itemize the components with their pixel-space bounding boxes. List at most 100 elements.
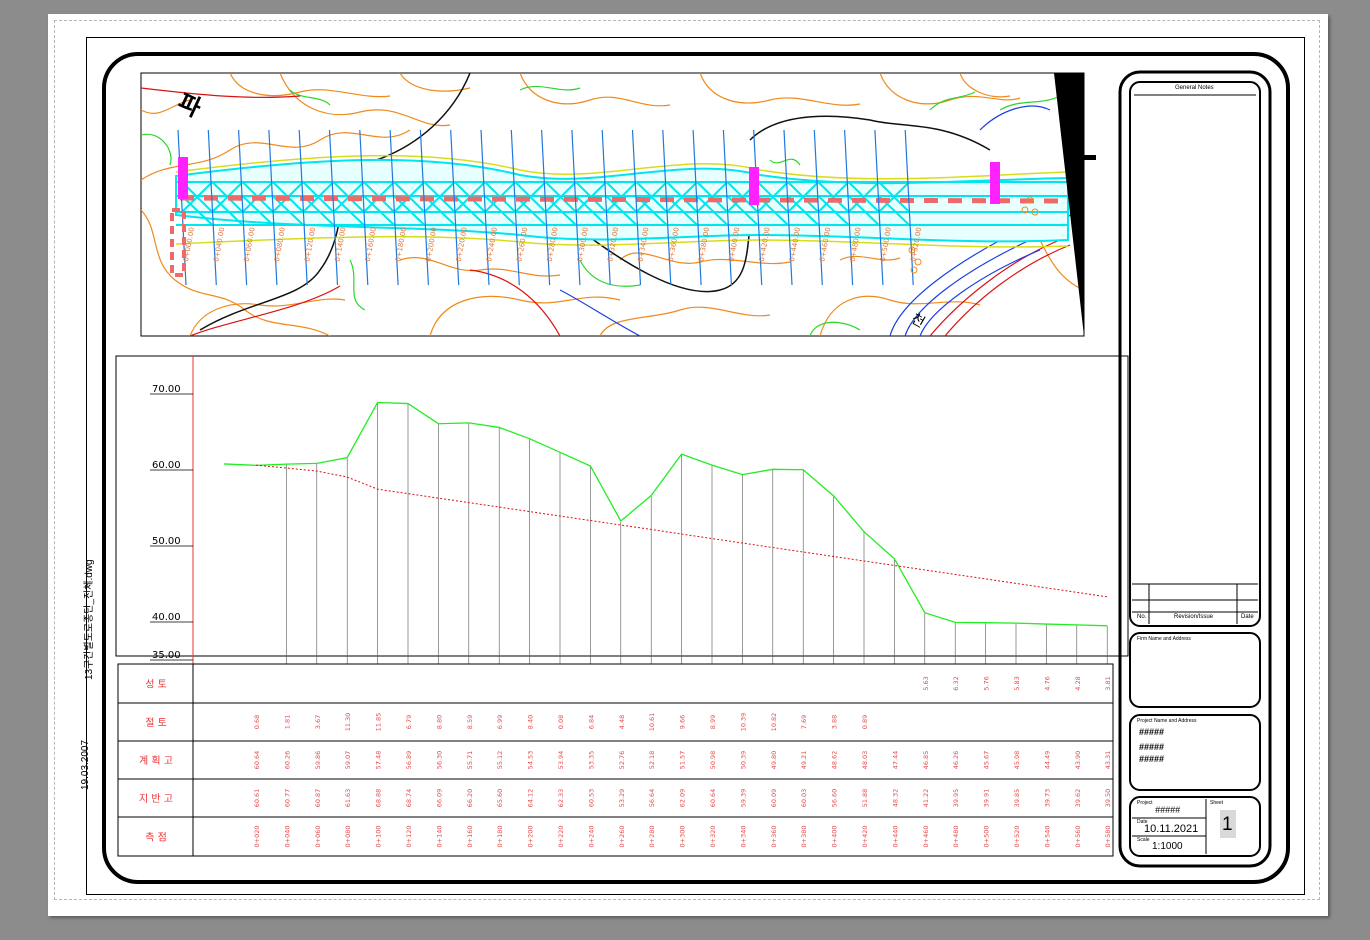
table-value: 0+260 xyxy=(618,826,626,848)
table-value: 60.64 xyxy=(709,789,717,808)
table-value: 51.57 xyxy=(679,751,687,770)
table-value: 0+100 xyxy=(375,826,383,848)
project-field-value: ##### xyxy=(1155,805,1181,815)
station-verticals xyxy=(286,402,1108,664)
table-row-label: 지 반 고 xyxy=(139,793,173,805)
table-value: 48.03 xyxy=(861,751,869,770)
table-value: 0+360 xyxy=(770,826,778,848)
table-value: 0+480 xyxy=(952,826,960,848)
table-value: 8.99 xyxy=(709,715,717,729)
elevation-tick-label: 35.00 xyxy=(152,650,181,661)
table-value: 52.18 xyxy=(648,751,656,770)
table-value: 0+420 xyxy=(861,826,869,848)
project-name-label: Project Name and Address xyxy=(1137,718,1197,724)
table-value: 0+080 xyxy=(344,826,352,848)
table-value: 7.69 xyxy=(800,715,808,729)
table-value: 0+340 xyxy=(739,826,747,848)
table-value: 8.59 xyxy=(466,715,474,729)
elevation-ticks: 70.00 60.00 50.00 40.00 35.00 xyxy=(150,384,193,661)
sheet-field-value: 1 xyxy=(1222,814,1233,835)
table-value: 60.53 xyxy=(587,789,595,808)
table-value: 39.91 xyxy=(983,789,991,808)
table-value: 11.85 xyxy=(375,713,383,732)
table-value: 56.30 xyxy=(435,751,443,770)
bridge-marker-left xyxy=(178,157,188,199)
firm-panel xyxy=(1129,632,1261,708)
table-value: 60.09 xyxy=(770,789,778,808)
project-code-3: ##### xyxy=(1139,754,1165,764)
table-value: 0.08 xyxy=(557,715,565,729)
table-value: 59.39 xyxy=(739,789,747,808)
table-value: 10.61 xyxy=(648,713,656,732)
table-value: 10.82 xyxy=(770,713,778,732)
table-value: 60.03 xyxy=(800,789,808,808)
revision-no-header: No. xyxy=(1137,614,1147,620)
table-value: 50.98 xyxy=(709,751,717,770)
table-value: 0+280 xyxy=(648,826,656,848)
table-values: 5.63 6.32 5.76 5.83 4.76 4.28 3.81 0.68 1.81 3.67… xyxy=(253,676,1112,847)
table-value: 39.85 xyxy=(1013,789,1021,808)
profile-table xyxy=(117,663,1114,857)
table-value: 51.88 xyxy=(861,789,869,808)
table-value: 5.83 xyxy=(1013,676,1021,690)
bridge-marker-right xyxy=(990,162,1000,204)
table-value: 60.26 xyxy=(283,751,291,770)
table-value: 47.44 xyxy=(891,751,899,770)
elevation-tick-label: 60.00 xyxy=(152,460,181,471)
table-value: 60.64 xyxy=(253,751,261,770)
table-value: 5.63 xyxy=(922,676,930,690)
table-value: 61.63 xyxy=(344,789,352,808)
table-value: 0+160 xyxy=(466,826,474,848)
table-value: 66.20 xyxy=(466,789,474,808)
table-value: 0+580 xyxy=(1104,826,1112,848)
table-value: 3.81 xyxy=(1104,676,1112,690)
table-value: 43.90 xyxy=(1074,751,1082,770)
table-value: 5.76 xyxy=(983,676,991,690)
table-value: 68.74 xyxy=(405,789,413,808)
table-value: 55.71 xyxy=(466,751,474,770)
table-value: 0+220 xyxy=(557,826,565,848)
table-value: 62.09 xyxy=(679,789,687,808)
firm-name-label: Firm Name and Address xyxy=(1137,636,1191,642)
table-value: 11.30 xyxy=(344,713,352,732)
profile-view: 70.00 60.00 50.00 40.00 35.00 성 토절 토계 획 고지 반… xyxy=(115,355,1129,857)
table-value: 54.53 xyxy=(527,751,535,770)
table-value: 56.60 xyxy=(831,789,839,808)
table-value: 39.62 xyxy=(1074,789,1082,808)
table-value: 64.12 xyxy=(527,789,535,808)
table-value: 3.88 xyxy=(831,715,839,729)
table-value: 0+180 xyxy=(496,826,504,848)
table-value: 50.39 xyxy=(739,751,747,770)
table-value: 0+440 xyxy=(891,826,899,848)
table-value: 41.22 xyxy=(922,789,930,808)
table-value: 6.84 xyxy=(587,715,595,729)
table-value: 0+140 xyxy=(435,826,443,848)
table-value: 39.73 xyxy=(1043,789,1051,808)
table-value: 46.26 xyxy=(952,751,960,770)
table-value: 0+380 xyxy=(800,826,808,848)
table-value: 59.86 xyxy=(314,751,322,770)
table-value: 48.32 xyxy=(891,789,899,808)
elevation-tick-label: 40.00 xyxy=(152,612,181,623)
bridge-marker-middle xyxy=(749,167,759,205)
title-block xyxy=(1129,81,1261,857)
table-value: 6.79 xyxy=(405,715,413,729)
table-value: 10.39 xyxy=(739,713,747,732)
notes-panel xyxy=(1129,81,1261,627)
table-value: 0+240 xyxy=(587,826,595,848)
table-value: 66.09 xyxy=(435,789,443,808)
table-value: 60.77 xyxy=(283,789,291,808)
table-value: 0+540 xyxy=(1043,826,1051,848)
table-value: 0+040 xyxy=(283,826,291,848)
date-field-value: 10.11.2021 xyxy=(1144,823,1199,835)
table-value: 4.76 xyxy=(1043,676,1051,690)
scale-field-label: Scale xyxy=(1137,837,1150,843)
project-code-2: ##### xyxy=(1139,742,1165,752)
table-value: 68.88 xyxy=(375,789,383,808)
table-value: 4.28 xyxy=(1074,676,1082,690)
table-value: 39.50 xyxy=(1104,789,1112,808)
table-row-label: 성 토 xyxy=(145,679,167,691)
cad-drawing: 0+000.00 0+040.00 0+060.00 0+080.00 0+120.00… xyxy=(102,52,1290,884)
table-value: 49.21 xyxy=(800,751,808,770)
table-value: 0+320 xyxy=(709,826,717,848)
